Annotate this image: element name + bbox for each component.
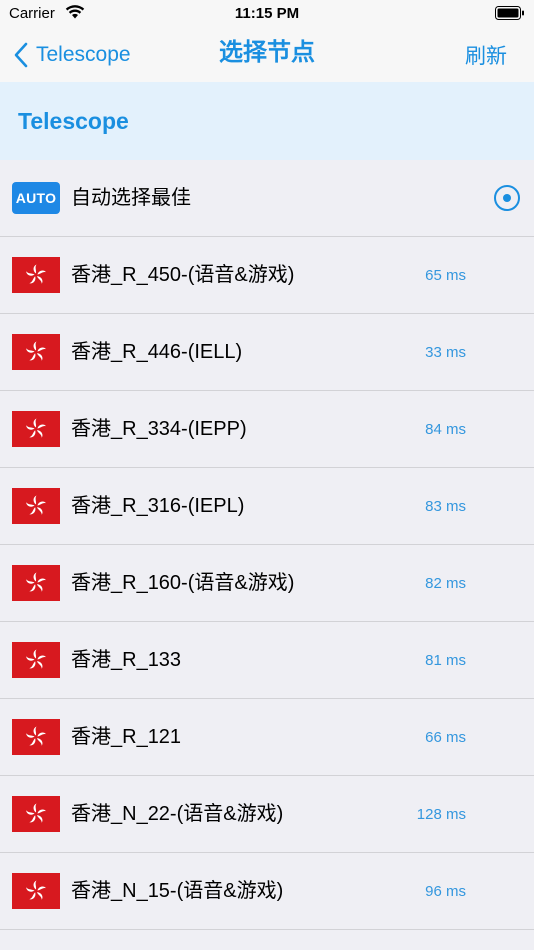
node-name: 香港_R_121 bbox=[71, 726, 182, 748]
battery-icon bbox=[495, 6, 524, 20]
navigation-bar: Telescope 选择节点 刷新 bbox=[0, 28, 534, 82]
auto-select-label: 自动选择最佳 bbox=[71, 187, 191, 209]
node-list: AUTO 自动选择最佳 香港_R_450-(语音&游戏) 65 ms 香港_R_… bbox=[0, 160, 534, 930]
section-header: Telescope bbox=[0, 82, 534, 160]
auto-badge: AUTO bbox=[12, 182, 60, 214]
hong-kong-flag-icon bbox=[12, 488, 60, 524]
node-name: 香港_N_15-(语音&游戏) bbox=[71, 880, 284, 902]
hong-kong-flag-icon bbox=[12, 642, 60, 678]
hong-kong-flag-icon bbox=[12, 873, 60, 909]
node-row[interactable]: 香港_N_22-(语音&游戏) 128 ms bbox=[0, 776, 534, 853]
back-label: Telescope bbox=[36, 43, 131, 66]
node-row[interactable]: 香港_R_316-(IEPL) 83 ms bbox=[0, 468, 534, 545]
node-row[interactable]: 香港_R_133 81 ms bbox=[0, 622, 534, 699]
hong-kong-flag-icon bbox=[12, 257, 60, 293]
refresh-button[interactable]: 刷新 bbox=[465, 40, 507, 70]
auto-select-row[interactable]: AUTO 自动选择最佳 bbox=[0, 160, 534, 237]
node-row[interactable]: 香港_R_334-(IEPP) 84 ms bbox=[0, 391, 534, 468]
status-bar: Carrier 11:15 PM bbox=[0, 0, 534, 28]
section-title: Telescope bbox=[18, 108, 129, 134]
node-row[interactable]: 香港_N_15-(语音&游戏) 96 ms bbox=[0, 853, 534, 930]
node-latency: 128 ms bbox=[416, 806, 466, 823]
node-name: 香港_R_133 bbox=[71, 649, 182, 671]
hong-kong-flag-icon bbox=[12, 719, 60, 755]
node-latency: 82 ms bbox=[425, 575, 466, 592]
hong-kong-flag-icon bbox=[12, 411, 60, 447]
status-time: 11:15 PM bbox=[234, 5, 300, 22]
node-name: 香港_R_160-(语音&游戏) bbox=[71, 572, 295, 594]
node-name: 香港_R_450-(语音&游戏) bbox=[71, 264, 295, 286]
node-row[interactable]: 香港_R_450-(语音&游戏) 65 ms bbox=[0, 237, 534, 314]
back-button[interactable]: Telescope bbox=[14, 38, 131, 72]
node-latency: 96 ms bbox=[425, 883, 466, 900]
node-latency: 65 ms bbox=[425, 267, 466, 284]
radio-selected-icon[interactable] bbox=[494, 185, 520, 211]
hong-kong-flag-icon bbox=[12, 796, 60, 832]
hong-kong-flag-icon bbox=[12, 334, 60, 370]
node-latency: 83 ms bbox=[425, 498, 466, 515]
chevron-left-icon bbox=[14, 42, 28, 68]
node-latency: 84 ms bbox=[425, 421, 466, 438]
node-row[interactable]: 香港_R_446-(IELL) 33 ms bbox=[0, 314, 534, 391]
node-row[interactable]: 香港_R_160-(语音&游戏) 82 ms bbox=[0, 545, 534, 622]
node-name: 香港_R_446-(IELL) bbox=[71, 341, 243, 363]
node-row[interactable]: 香港_R_121 66 ms bbox=[0, 699, 534, 776]
node-name: 香港_R_316-(IEPL) bbox=[71, 495, 245, 517]
node-latency: 66 ms bbox=[425, 729, 466, 746]
hong-kong-flag-icon bbox=[12, 565, 60, 601]
node-name: 香港_R_334-(IEPP) bbox=[71, 418, 247, 440]
node-latency: 81 ms bbox=[425, 652, 466, 669]
node-name: 香港_N_22-(语音&游戏) bbox=[71, 803, 284, 825]
node-latency: 33 ms bbox=[425, 344, 466, 361]
